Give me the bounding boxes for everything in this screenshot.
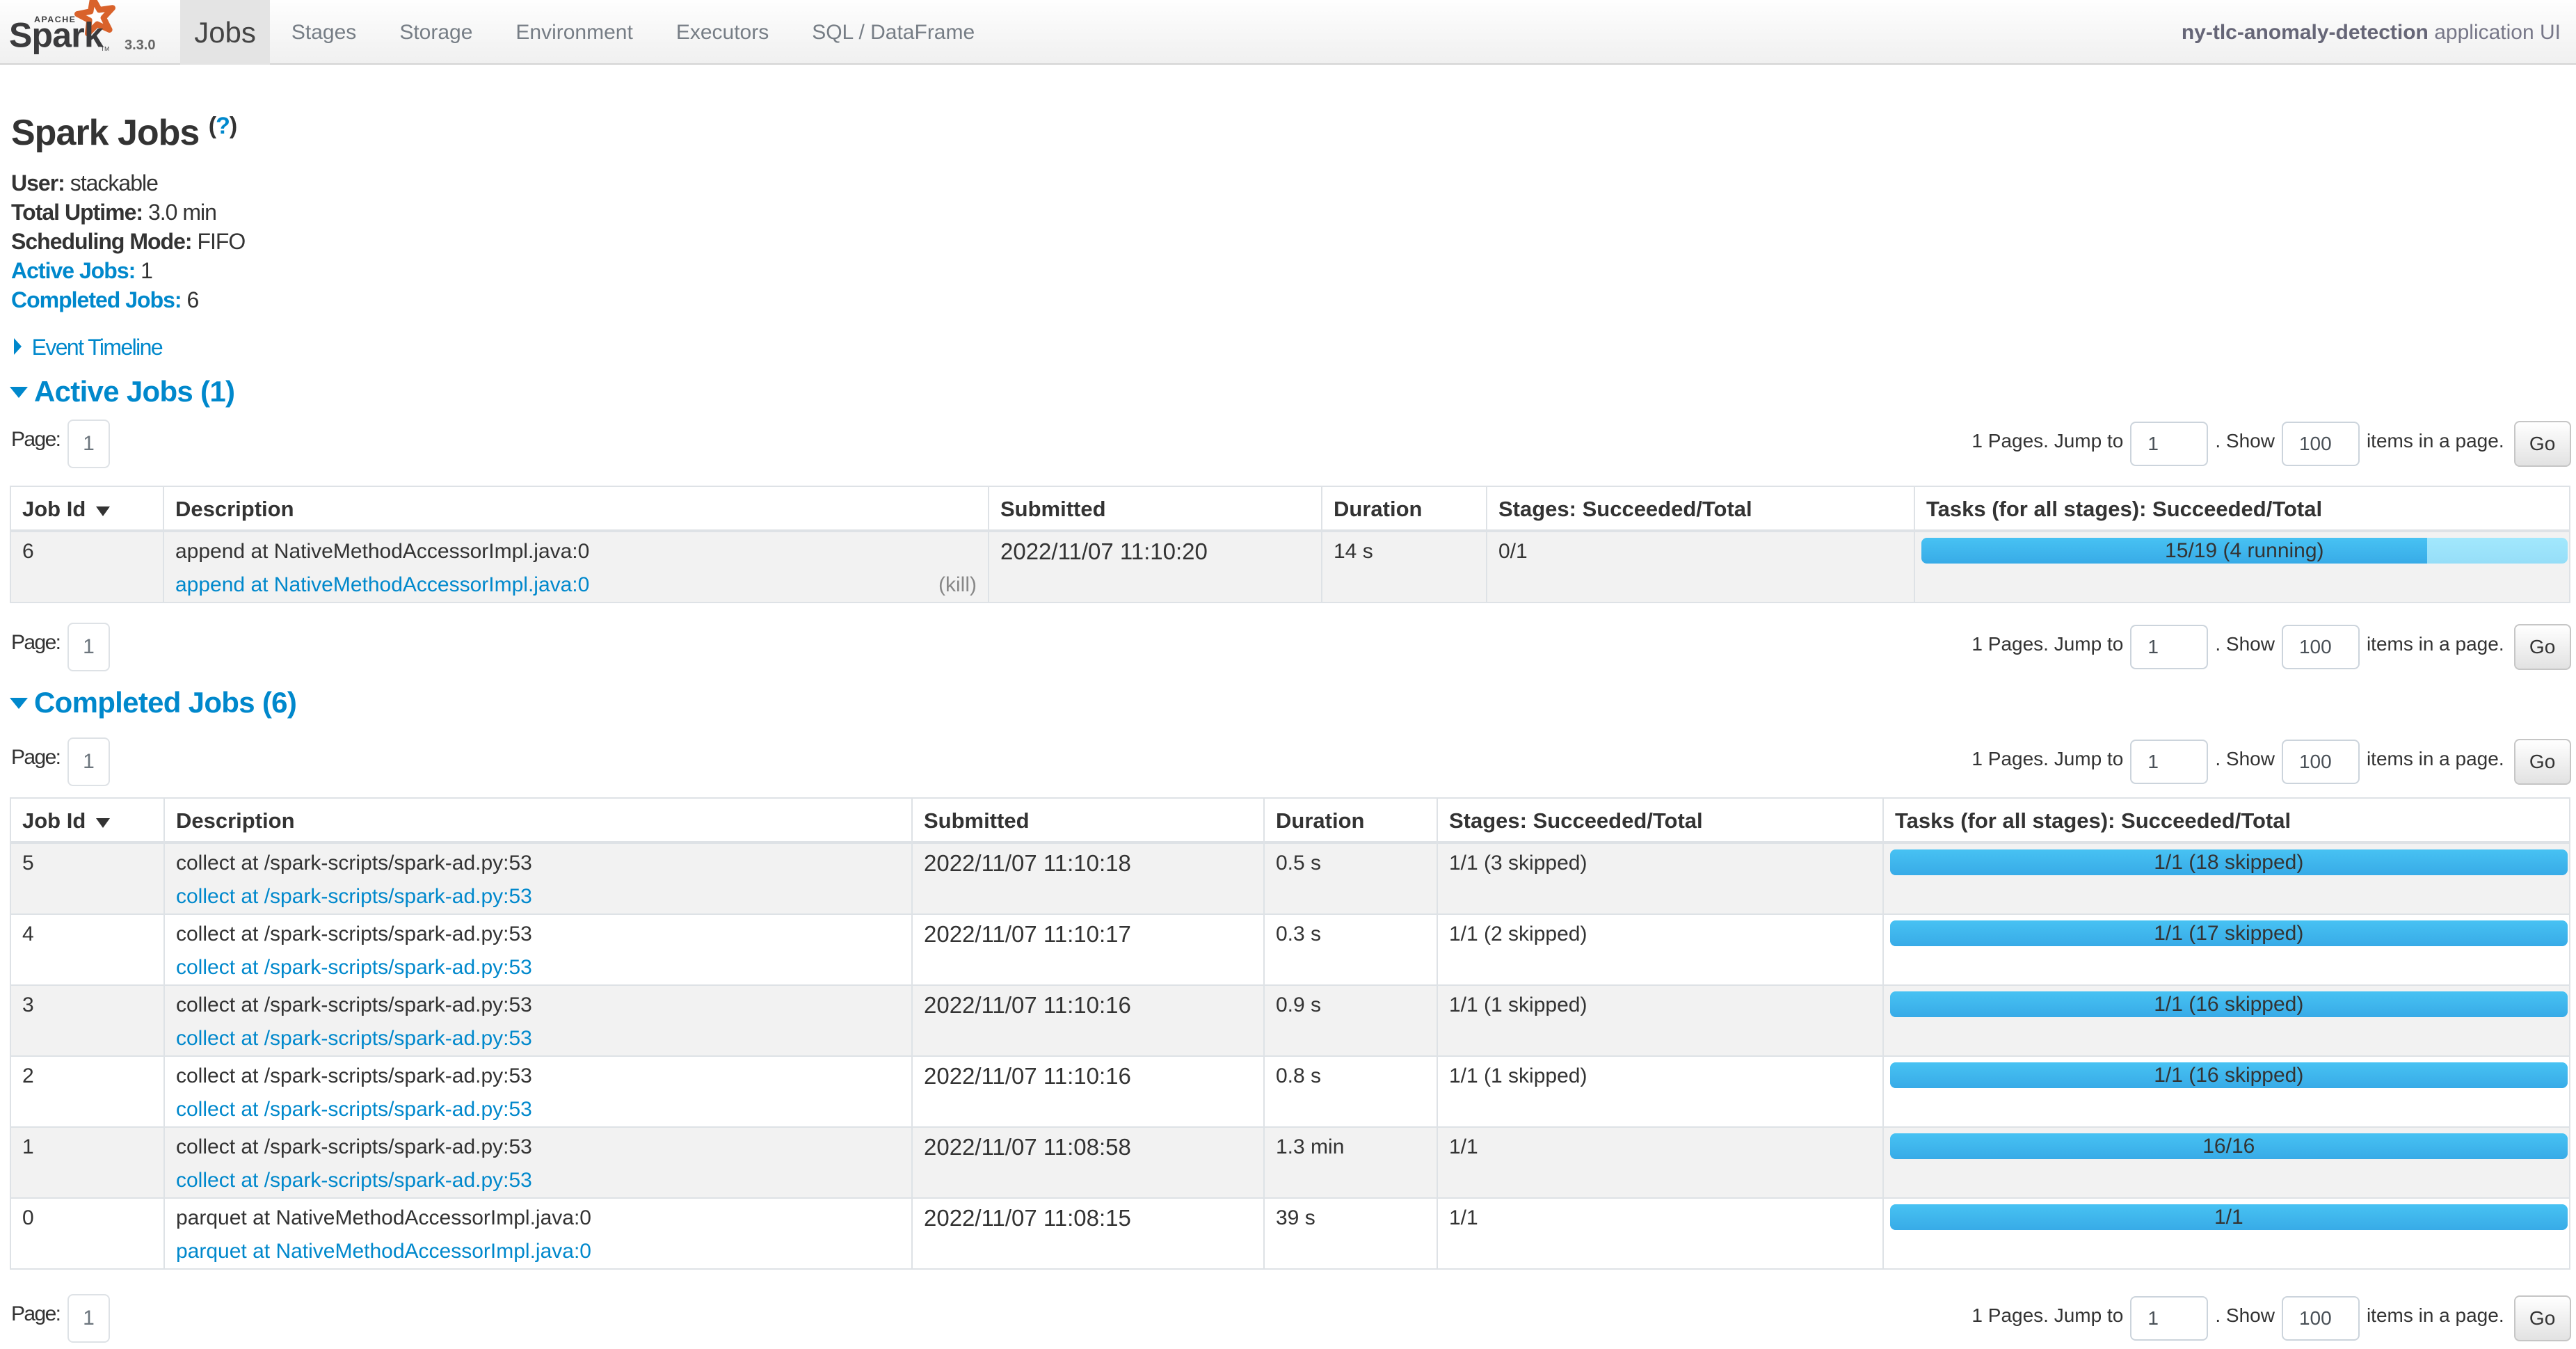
svg-text:TM: TM [101, 45, 109, 52]
svg-text:Spark: Spark [9, 16, 104, 55]
